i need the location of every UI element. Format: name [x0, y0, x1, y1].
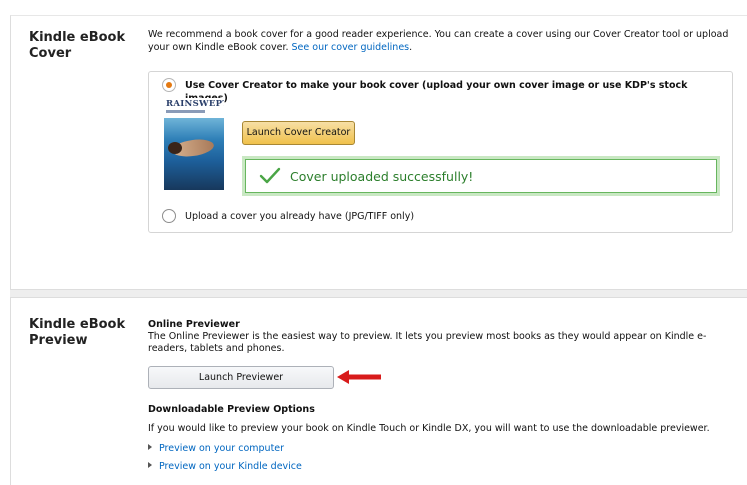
- cover-intro-text: We recommend a book cover for a good rea…: [148, 28, 740, 54]
- downloadable-preview-description: If you would like to preview your book o…: [148, 423, 710, 434]
- cover-intro-body: We recommend a book cover for a good rea…: [148, 29, 729, 53]
- cover-creator-radio-label[interactable]: Use Cover Creator to make your book cove…: [185, 79, 732, 105]
- cover-upload-success-text: Cover uploaded successfully!: [290, 169, 474, 184]
- preview-on-kindle-link[interactable]: Preview on your Kindle device: [148, 461, 302, 473]
- book-cover-thumbnail: RAINSWEPT: [164, 98, 224, 190]
- book-cover-figure-hair: [168, 142, 182, 154]
- cover-guidelines-suffix: .: [409, 42, 413, 53]
- preview-section-heading: Kindle eBook Preview: [29, 317, 126, 348]
- cover-options-box: Use Cover Creator to make your book cove…: [148, 71, 733, 233]
- kdp-content-page: Kindle eBook Cover We recommend a book c…: [0, 0, 747, 485]
- check-icon: [259, 167, 281, 184]
- cover-section: Kindle eBook Cover We recommend a book c…: [10, 15, 747, 289]
- caret-right-icon: [148, 462, 152, 468]
- online-previewer-title: Online Previewer: [148, 319, 240, 330]
- cover-section-heading: Kindle eBook Cover: [29, 30, 126, 61]
- cover-creator-radio[interactable]: [162, 78, 176, 92]
- book-cover-title: RAINSWEPT: [166, 99, 224, 109]
- preview-section: Kindle eBook Preview Online Previewer Th…: [10, 298, 747, 485]
- book-cover-artwork: [164, 118, 224, 190]
- red-arrow-icon: [337, 370, 381, 384]
- preview-on-computer-link[interactable]: Preview on your computer: [148, 443, 284, 455]
- section-divider: [10, 289, 747, 298]
- upload-cover-radio[interactable]: [162, 209, 176, 223]
- cover-upload-success-banner: Cover uploaded successfully!: [242, 156, 720, 196]
- preview-on-kindle-label[interactable]: Preview on your Kindle device: [159, 461, 302, 472]
- launch-previewer-button[interactable]: Launch Previewer: [148, 366, 334, 389]
- cover-guidelines-link[interactable]: See our cover guidelines: [292, 42, 410, 53]
- book-cover-subtitle-lines: [166, 110, 222, 113]
- upload-cover-radio-label[interactable]: Upload a cover you already have (JPG/TIF…: [185, 210, 414, 223]
- launch-cover-creator-button[interactable]: Launch Cover Creator: [242, 121, 355, 145]
- online-previewer-description: The Online Previewer is the easiest way …: [148, 331, 707, 354]
- downloadable-preview-title: Downloadable Preview Options: [148, 404, 315, 415]
- preview-on-computer-label[interactable]: Preview on your computer: [159, 443, 284, 454]
- caret-right-icon: [148, 444, 152, 450]
